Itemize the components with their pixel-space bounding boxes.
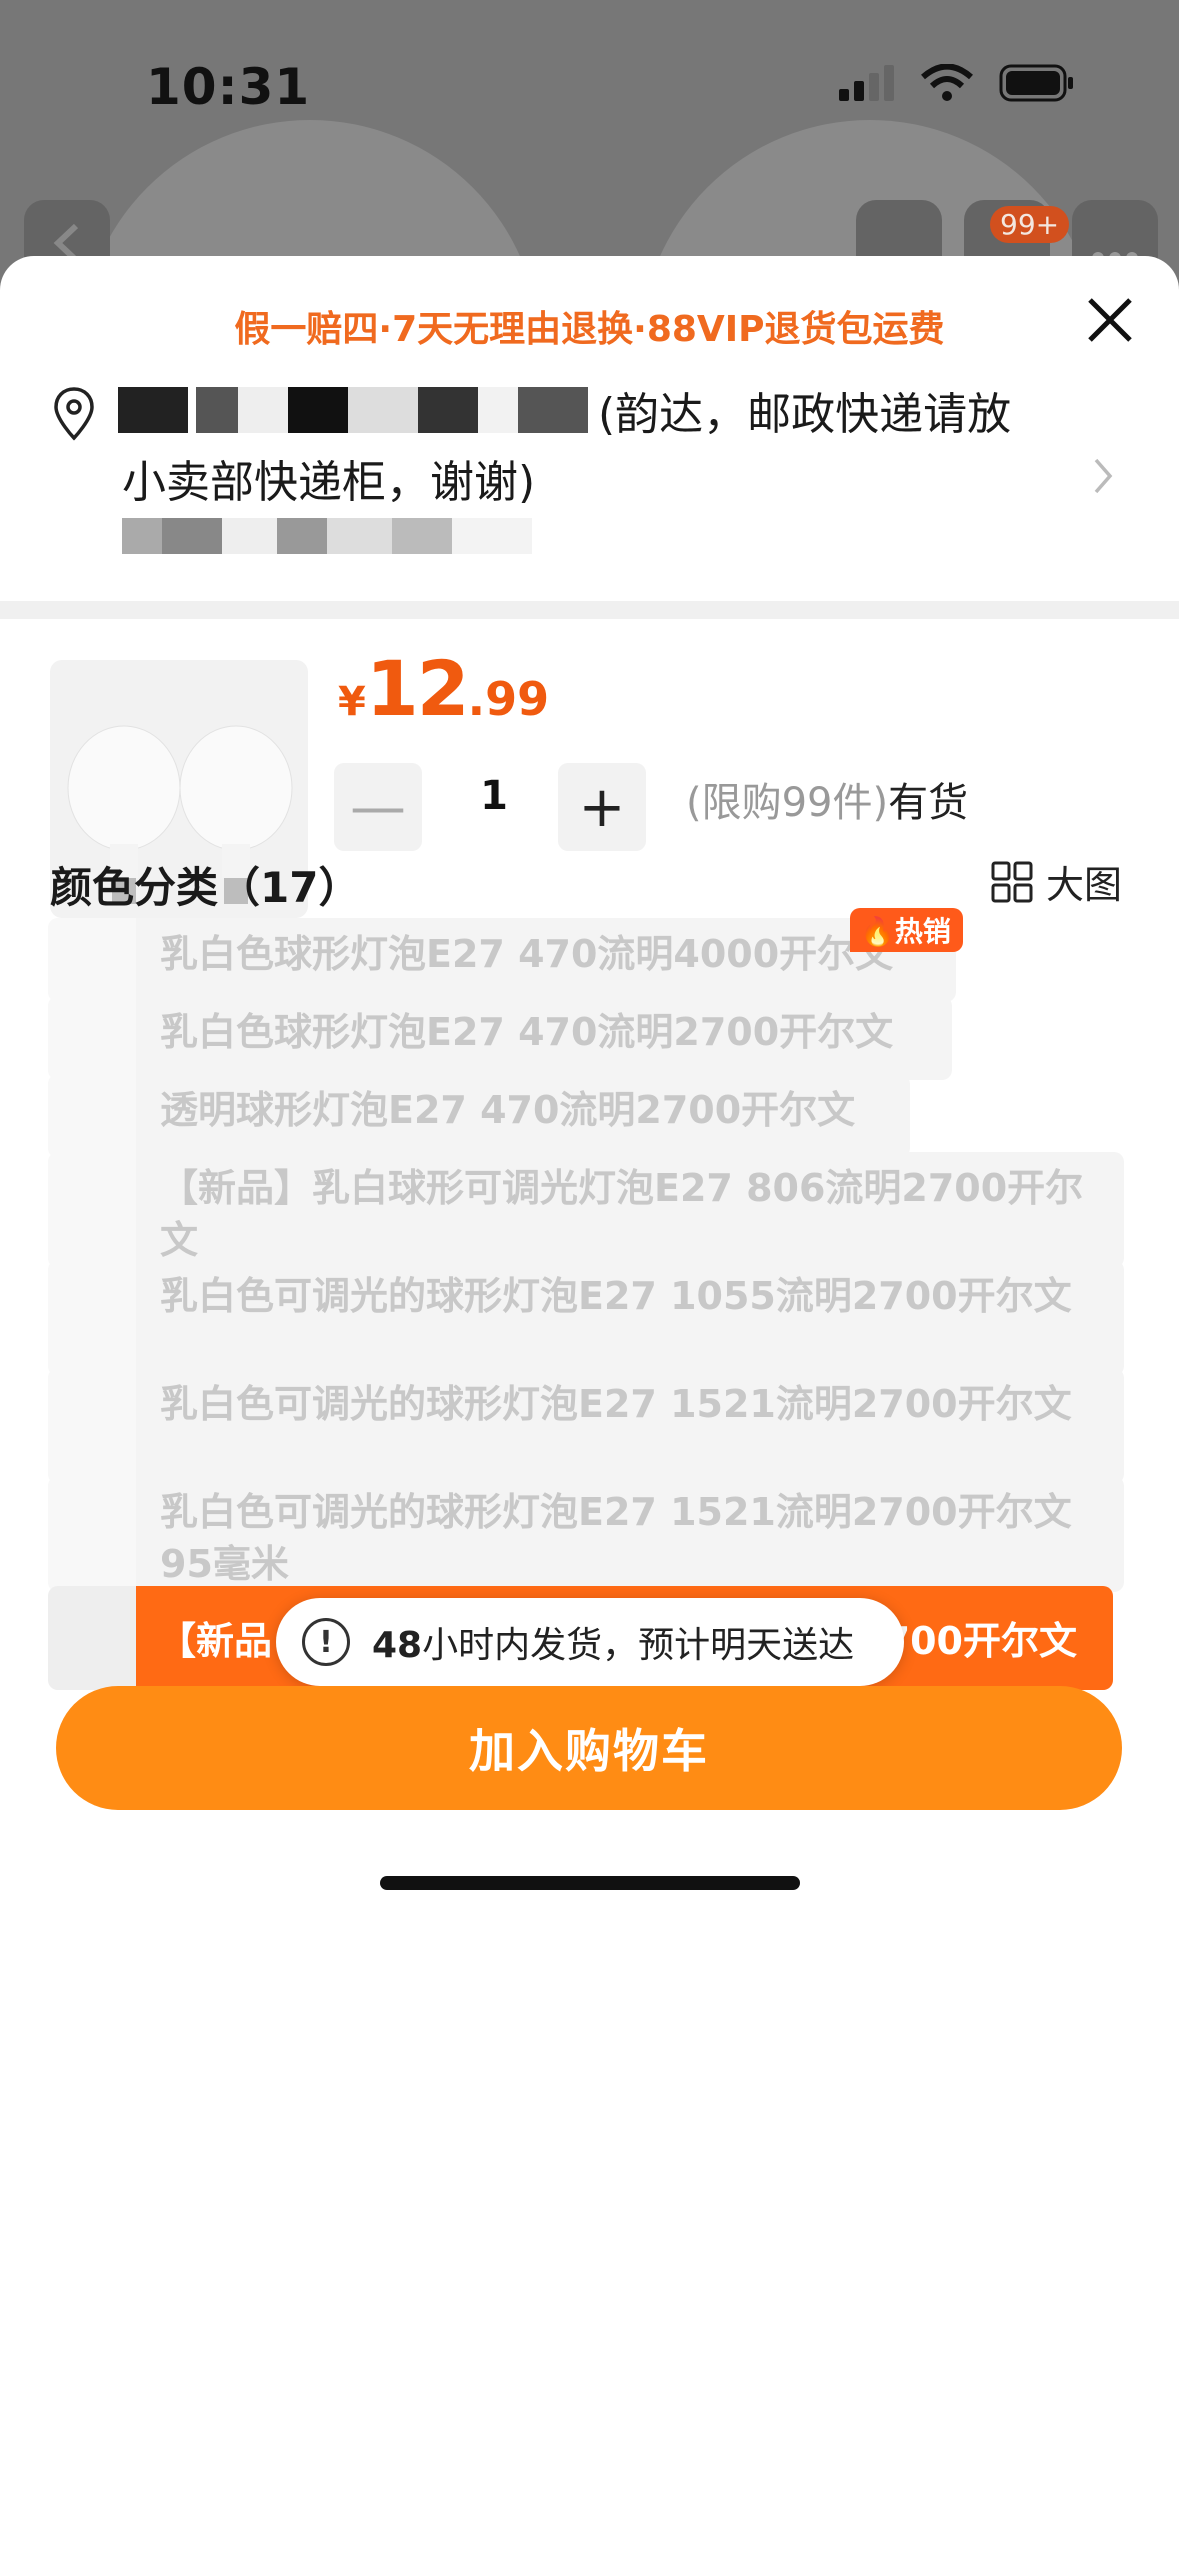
option-thumbnail <box>48 1152 136 1268</box>
fire-icon: 🔥 <box>860 915 895 948</box>
selected-option-label-start: 【新品 <box>158 1619 273 1663</box>
color-category-title: 颜色分类（17） <box>50 863 361 912</box>
signal-icon <box>839 65 894 101</box>
option-thumbnail <box>48 1368 136 1484</box>
big-view-label: 大图 <box>1046 863 1123 907</box>
wifi-icon <box>921 64 973 101</box>
battery-icon <box>999 64 1073 102</box>
home-indicator[interactable] <box>380 1876 800 1890</box>
delivery-message: 小时内发货，预计明天送达 <box>422 1625 855 1666</box>
exclamation-icon: ! <box>302 1618 350 1666</box>
selected-option-label-end: 700开尔文 <box>883 1619 1077 1663</box>
location-pin-icon <box>54 387 94 441</box>
status-time: 10:31 <box>146 58 311 116</box>
purchase-limit-text: (限购99件) <box>686 780 889 826</box>
grid-icon <box>991 861 1033 902</box>
color-option[interactable]: 乳白色球形灯泡E27 470流明2700开尔文 <box>48 996 952 1080</box>
hot-sale-label: 热销 <box>894 915 951 948</box>
sku-bottom-sheet: 假一赔四·7天无理由退换·88VIP退货包运费 (韵达，邮政快递请放 小卖部快递… <box>0 256 1179 2556</box>
redacted-address-detail <box>122 518 532 554</box>
close-icon <box>1088 298 1132 342</box>
hot-sale-badge: 🔥热销 <box>850 908 963 952</box>
chevron-right-icon[interactable] <box>1088 454 1118 498</box>
color-option[interactable]: 透明球形灯泡E27 470流明2700开尔文 <box>48 1074 910 1158</box>
stock-status: 有货 <box>888 780 969 826</box>
background-product-page: 99+ <box>0 0 1179 580</box>
quantity-decrease-button[interactable]: — <box>334 763 422 851</box>
color-option-label: 乳白色可调光的球形灯泡E27 1521流明2700开尔文 <box>160 1382 1072 1426</box>
cart-badge: 99+ <box>990 206 1070 243</box>
address-note: (韵达，邮政快递请放 <box>598 389 1012 440</box>
color-option-label: 乳白色可调光的球形灯泡E27 1521流明2700开尔文95毫米 <box>160 1490 1072 1586</box>
add-to-cart-button[interactable]: 加入购物车 <box>56 1686 1122 1810</box>
sku-selector-screen: 99+ 10:31 假一赔四·7天无理由退换·88VIP退货包运费 (韵达，邮政… <box>0 0 1179 2556</box>
color-option-label: 乳白色可调光的球形灯泡E27 1055流明2700开尔文 <box>160 1274 1072 1318</box>
color-option-label: 乳白色球形灯泡E27 470流明2700开尔文 <box>160 1010 894 1054</box>
price-integer: 12 <box>365 644 470 733</box>
status-icons <box>839 64 1075 102</box>
price-currency: ¥ <box>338 679 366 725</box>
color-option[interactable]: 【新品】乳白球形可调光灯泡E27 806流明2700开尔文 <box>48 1152 1124 1268</box>
big-view-toggle[interactable]: 大图 <box>990 854 1122 909</box>
delivery-toast-text: 48小时内发货，预计明天送达 <box>372 1616 854 1668</box>
color-option[interactable]: 乳白色可调光的球形灯泡E27 1055流明2700开尔文 <box>48 1260 1124 1376</box>
color-option-label: 乳白色球形灯泡E27 470流明4000开尔文 <box>160 932 894 976</box>
price-decimal: .99 <box>467 672 550 726</box>
quantity-increase-button[interactable]: + <box>558 763 646 851</box>
address-row[interactable]: (韵达，邮政快递请放 <box>118 380 1068 440</box>
close-button[interactable] <box>1082 292 1138 348</box>
quantity-value[interactable]: 1 <box>444 773 544 819</box>
delivery-toast: ! 48小时内发货，预计明天送达 <box>276 1598 904 1686</box>
price: ¥12.99 <box>338 644 549 733</box>
option-thumbnail <box>48 996 136 1080</box>
color-option[interactable]: 乳白色可调光的球形灯泡E27 1521流明2700开尔文 <box>48 1368 1124 1484</box>
option-thumbnail <box>48 1074 136 1158</box>
color-option[interactable]: 乳白色可调光的球形灯泡E27 1521流明2700开尔文95毫米 <box>48 1476 1124 1592</box>
purchase-limit: (限购99件)有货 <box>686 770 968 828</box>
option-thumbnail <box>48 918 136 1002</box>
section-divider <box>0 601 1179 619</box>
option-thumbnail <box>48 1476 136 1592</box>
option-thumbnail <box>48 1586 136 1690</box>
promo-banner: 假一赔四·7天无理由退换·88VIP退货包运费 <box>234 309 945 350</box>
color-option-label: 【新品】乳白球形可调光灯泡E27 806流明2700开尔文 <box>160 1166 1084 1262</box>
address-note-line2: 小卖部快递柜，谢谢) <box>122 457 536 508</box>
option-thumbnail <box>48 1260 136 1376</box>
redacted-recipient <box>118 387 588 433</box>
color-option-label: 透明球形灯泡E27 470流明2700开尔文 <box>160 1088 856 1132</box>
delivery-hours: 48 <box>372 1625 423 1666</box>
color-option[interactable]: 乳白色球形灯泡E27 470流明4000开尔文 <box>48 918 956 1002</box>
